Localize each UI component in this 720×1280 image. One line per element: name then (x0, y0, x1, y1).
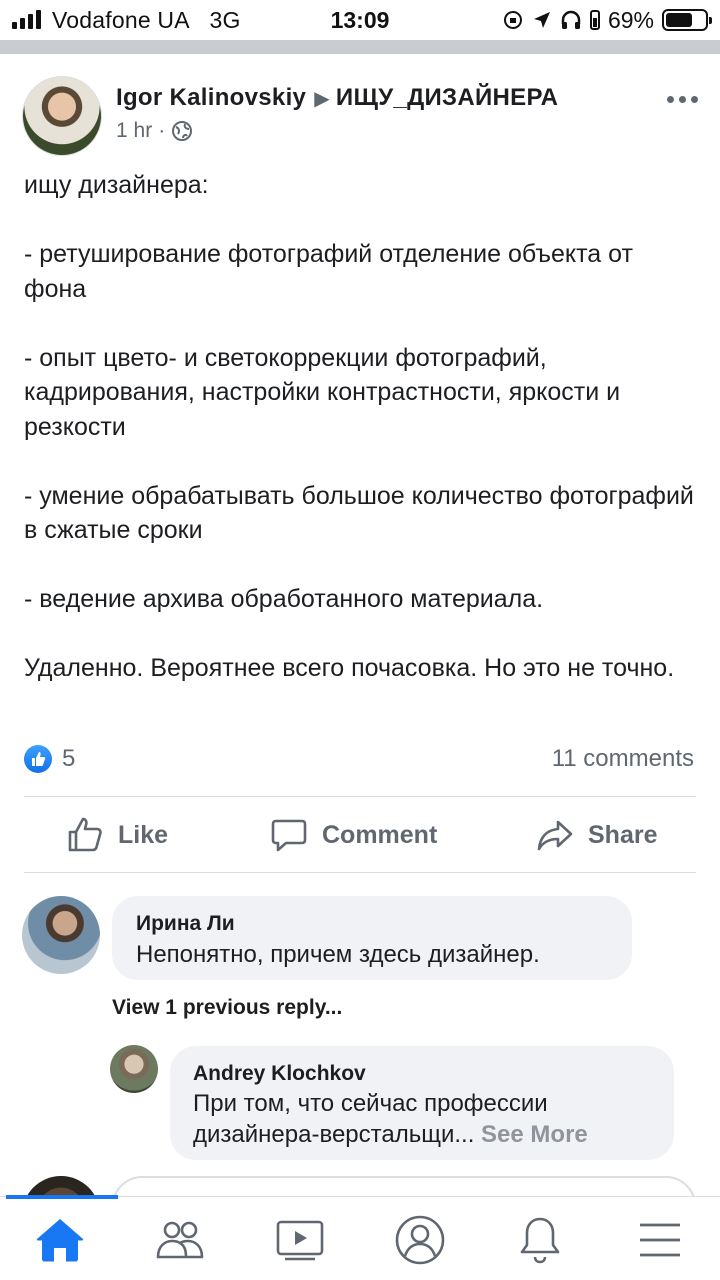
see-more-link[interactable]: See More (481, 1121, 588, 1148)
location-icon (533, 12, 550, 28)
post-author-line: Igor Kalinovskiy ▶ ИЩУ_ДИЗАЙНЕРА (116, 84, 558, 112)
divider (24, 796, 696, 797)
reply-text: При том, что сейчас профессии дизайнера-… (193, 1088, 663, 1150)
rotation-lock-icon (503, 11, 522, 29)
post-meta: 1 hr · (116, 119, 193, 143)
tab-watch[interactable] (270, 1212, 330, 1268)
author-name[interactable]: Igor Kalinovskiy (116, 84, 306, 111)
comment-button[interactable]: Comment (270, 814, 437, 856)
reply-text-line: дизайнера-верстальщи... See More (193, 1121, 588, 1148)
headphones-icon (561, 10, 581, 29)
post-paragraph: - ведение архива обработанного материала… (24, 585, 544, 613)
comment-author[interactable]: Ирина Ли (136, 912, 235, 936)
comment-text: Непонятно, причем здесь дизайнер. (136, 941, 540, 968)
post-paragraph: - ретуширование фотографий отделение объ… (24, 240, 633, 303)
status-bar: Vodafone UA 3G 13:09 69% (0, 0, 720, 40)
feed-separator (0, 40, 720, 54)
reply-text-line: При том, что сейчас профессии (193, 1090, 548, 1117)
status-right: 69% (502, 6, 712, 34)
battery-percent: 69% (607, 6, 654, 33)
active-tab-indicator (6, 1195, 118, 1199)
tab-groups[interactable] (150, 1212, 210, 1268)
commenter-avatar[interactable] (22, 896, 100, 974)
post-paragraph: Удаленно. Вероятнее всего почасовка. Но … (24, 654, 675, 682)
reply-avatar[interactable] (110, 1045, 158, 1093)
divider (24, 872, 696, 873)
comment-count[interactable]: 11 comments (552, 745, 694, 773)
thumbs-up-icon (68, 817, 102, 852)
tab-menu[interactable] (630, 1212, 690, 1268)
profile-icon (395, 1215, 445, 1265)
charging-icon (589, 10, 600, 30)
tab-home[interactable] (30, 1212, 90, 1268)
bottom-tab-bar (0, 1196, 720, 1280)
tab-profile[interactable] (390, 1212, 450, 1268)
like-count[interactable]: 5 (62, 745, 75, 773)
author-avatar[interactable] (22, 76, 102, 156)
meta-separator: · (158, 119, 166, 142)
post-body: ищу дизайнера: - ретуширование фотографий… (24, 168, 694, 686)
groups-icon (156, 1221, 204, 1259)
post-paragraph: ищу дизайнера: (24, 171, 209, 199)
post-paragraph: - умение обрабатывать большое количество… (24, 481, 694, 545)
reply-author[interactable]: Andrey Klochkov (193, 1062, 366, 1086)
like-button[interactable]: Like (66, 814, 168, 856)
share-label: Share (588, 820, 658, 849)
comment-label: Comment (322, 820, 438, 849)
view-previous-replies-link[interactable]: View 1 previous reply... (112, 996, 342, 1020)
share-icon (537, 820, 573, 851)
tab-notifications[interactable] (510, 1212, 570, 1268)
like-label: Like (118, 820, 169, 849)
menu-icon (640, 1223, 680, 1257)
like-reaction-icon[interactable] (24, 745, 52, 773)
watch-icon (276, 1220, 324, 1261)
share-button[interactable]: Share (536, 814, 657, 856)
globe-icon (172, 121, 193, 141)
home-icon (36, 1219, 84, 1262)
arrow-right-icon: ▶ (314, 88, 330, 110)
post-time[interactable]: 1 hr (116, 119, 152, 143)
battery-icon (662, 9, 712, 31)
battery-fill (666, 13, 693, 27)
bell-icon (520, 1217, 560, 1264)
post-paragraph: - опыт цвето- и светокоррекции фотографи… (24, 343, 621, 441)
comment-icon (271, 819, 307, 852)
more-options-icon[interactable] (667, 96, 698, 103)
group-name[interactable]: ИЩУ_ДИЗАЙНЕРА (336, 84, 558, 111)
